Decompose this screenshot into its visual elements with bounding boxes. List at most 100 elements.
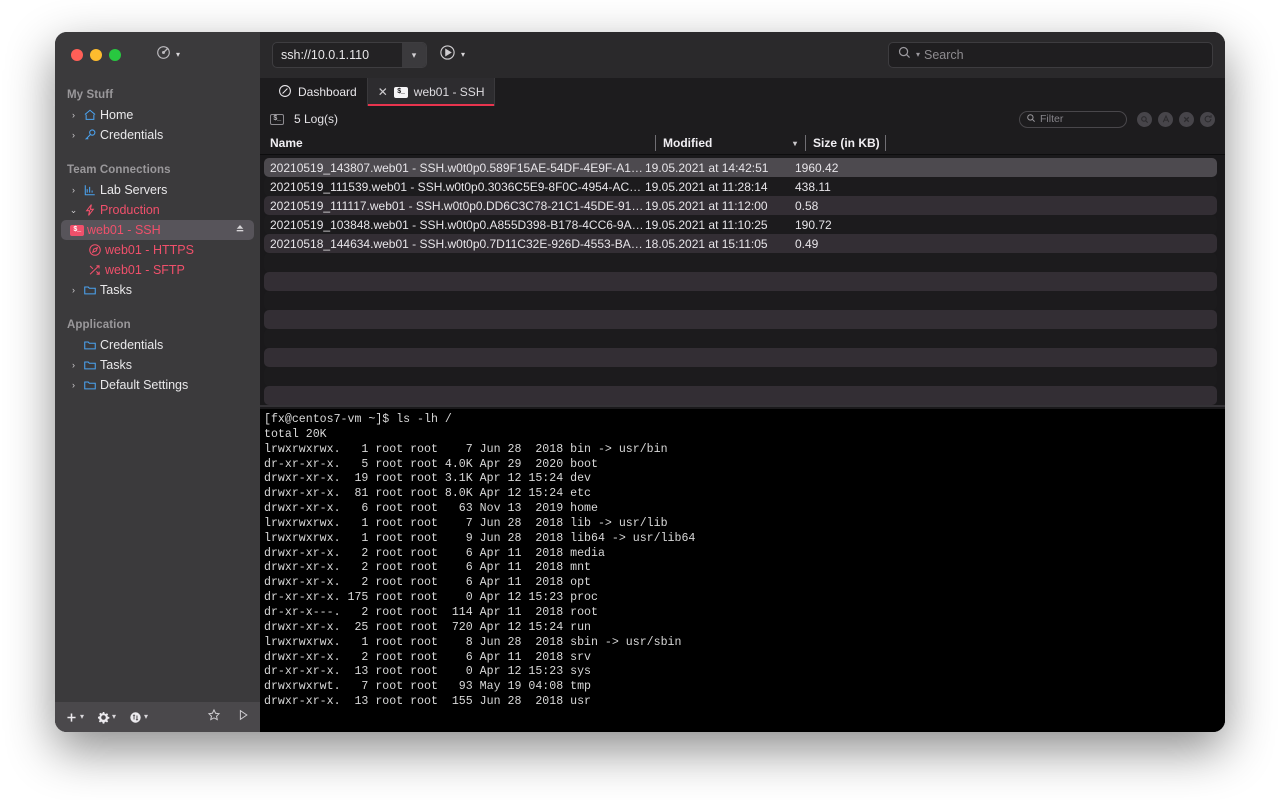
sidebar-item-label: Tasks [100, 358, 132, 372]
eject-icon[interactable] [234, 223, 246, 238]
chevron-down-icon[interactable]: ⌄ [67, 206, 80, 215]
cell-modified: 19.05.2021 at 14:42:51 [645, 161, 795, 175]
clear-icon[interactable] [1179, 112, 1194, 127]
sftp-icon [85, 263, 105, 277]
run-connection-control[interactable]: ▾ [439, 44, 465, 66]
minimize-window-button[interactable] [90, 49, 102, 61]
chevron-right-icon[interactable]: › [67, 286, 80, 295]
chevron-down-icon: ▾ [80, 713, 84, 721]
column-header-modified[interactable]: Modified ▾ [655, 132, 805, 154]
sidebar-group-title-my-stuff: My Stuff [55, 84, 260, 105]
column-header-name[interactable]: Name [270, 132, 655, 154]
sidebar-item-web01-sftp[interactable]: web01 - SFTP [55, 260, 260, 280]
address-value: ssh://10.0.1.110 [273, 48, 402, 62]
column-divider [655, 135, 656, 151]
column-divider [805, 135, 806, 151]
target-icon [156, 45, 171, 65]
table-row-empty [264, 272, 1217, 291]
chevron-down-icon[interactable]: ▾ [461, 51, 465, 59]
tab-dashboard[interactable]: Dashboard [268, 78, 367, 106]
log-table: 20210519_143807.web01 - SSH.w0t0p0.589F1… [260, 155, 1225, 405]
chevron-down-icon[interactable]: ▾ [916, 51, 920, 59]
chevron-down-icon[interactable]: ▾ [793, 139, 797, 148]
maximize-window-button[interactable] [109, 49, 121, 61]
terminal-icon: $_ [67, 225, 87, 236]
table-row-empty [264, 386, 1217, 405]
sidebar-item-label: Home [100, 108, 133, 122]
sidebar-item-label: Production [100, 203, 160, 217]
table-row[interactable]: 20210519_111539.web01 - SSH.w0t0p0.3036C… [264, 177, 1217, 196]
filter-input[interactable]: Filter [1019, 111, 1127, 128]
star-icon[interactable] [207, 708, 221, 727]
sidebar-tree: My Stuff › Home › Credentials [55, 78, 260, 702]
sidebar-item-tasks-team[interactable]: › Tasks [55, 280, 260, 300]
compass-icon [85, 243, 105, 257]
terminal-icon: $_ [270, 114, 284, 125]
cell-modified: 19.05.2021 at 11:12:00 [645, 199, 795, 213]
column-header-tail [885, 132, 893, 154]
address-dropdown-button[interactable]: ▾ [402, 43, 426, 67]
folder-icon [80, 283, 100, 297]
zoom-icon[interactable] [1137, 112, 1152, 127]
chevron-down-icon: ▾ [112, 713, 116, 721]
table-row-empty [264, 310, 1217, 329]
log-action-buttons [1137, 112, 1215, 127]
close-icon[interactable]: ✕ [378, 85, 388, 99]
sync-button[interactable]: ▾ [129, 711, 148, 724]
target-menu-button[interactable]: ▾ [156, 45, 180, 65]
chevron-right-icon[interactable]: › [67, 131, 80, 140]
search-field[interactable]: ▾ Search [888, 42, 1213, 68]
settings-button[interactable]: ▾ [97, 711, 116, 724]
chevron-right-icon[interactable]: › [67, 381, 80, 390]
sidebar-item-label: web01 - SSH [87, 223, 161, 237]
folder-icon [80, 338, 100, 352]
cell-name: 20210519_103848.web01 - SSH.w0t0p0.A855D… [264, 218, 645, 232]
sidebar-item-label: Tasks [100, 283, 132, 297]
cell-size: 1960.42 [795, 161, 895, 175]
dashboard-circle-icon [278, 84, 292, 101]
chevron-right-icon[interactable]: › [67, 111, 80, 120]
column-header-size[interactable]: Size (in KB) [805, 132, 885, 154]
sidebar-item-default-settings[interactable]: › Default Settings [55, 375, 260, 395]
chevron-down-icon: ▾ [144, 713, 148, 721]
table-row[interactable]: 20210518_144634.web01 - SSH.w0t0p0.7D11C… [264, 234, 1217, 253]
sidebar-item-credentials[interactable]: › Credentials [55, 125, 260, 145]
top-toolbar: ssh://10.0.1.110 ▾ ▾ [260, 32, 1225, 78]
play-triangle-icon[interactable] [236, 708, 250, 727]
home-icon [80, 108, 100, 122]
sidebar-item-label: Credentials [100, 128, 163, 142]
table-row[interactable]: 20210519_143807.web01 - SSH.w0t0p0.589F1… [264, 158, 1217, 177]
cell-name: 20210519_111539.web01 - SSH.w0t0p0.3036C… [264, 180, 645, 194]
sidebar-item-app-tasks[interactable]: › Tasks [55, 355, 260, 375]
chevron-down-icon: ▾ [412, 50, 417, 61]
sidebar-item-web01-https[interactable]: web01 - HTTPS [55, 240, 260, 260]
sidebar-group-title-team-connections: Team Connections [55, 159, 260, 180]
folder-icon [80, 358, 100, 372]
sidebar-item-home[interactable]: › Home [55, 105, 260, 125]
filter-placeholder: Filter [1040, 113, 1063, 125]
cell-modified: 19.05.2021 at 11:10:25 [645, 218, 795, 232]
tab-bar: Dashboard ✕ $_ web01 - SSH [260, 78, 1225, 106]
search-icon [897, 45, 912, 65]
refresh-icon[interactable] [1200, 112, 1215, 127]
play-circle-icon[interactable] [439, 44, 456, 66]
sidebar-item-lab-servers[interactable]: › Lab Servers [55, 180, 260, 200]
close-window-button[interactable] [71, 49, 83, 61]
chevron-right-icon[interactable]: › [67, 186, 80, 195]
table-row-empty [264, 367, 1217, 386]
table-row-empty [264, 348, 1217, 367]
sidebar-item-web01-ssh[interactable]: $_ web01 - SSH [61, 220, 254, 240]
log-list-toolbar: $_ 5 Log(s) Filter [260, 106, 1225, 132]
column-label: Size (in KB) [805, 136, 880, 150]
tab-web01-ssh[interactable]: ✕ $_ web01 - SSH [367, 78, 496, 106]
table-row[interactable]: 20210519_103848.web01 - SSH.w0t0p0.A855D… [264, 215, 1217, 234]
sidebar-item-production[interactable]: ⌄ Production [55, 200, 260, 220]
add-button[interactable]: ▾ [65, 711, 84, 724]
font-icon[interactable] [1158, 112, 1173, 127]
address-field[interactable]: ssh://10.0.1.110 ▾ [272, 42, 427, 68]
terminal-panel[interactable]: [fx@centos7-vm ~]$ ls -lh / total 20K lr… [260, 409, 1225, 732]
sidebar-item-label: Default Settings [100, 378, 188, 392]
table-row[interactable]: 20210519_111117.web01 - SSH.w0t0p0.DD6C3… [264, 196, 1217, 215]
sidebar-item-app-credentials[interactable]: Credentials [55, 335, 260, 355]
chevron-right-icon[interactable]: › [67, 361, 80, 370]
